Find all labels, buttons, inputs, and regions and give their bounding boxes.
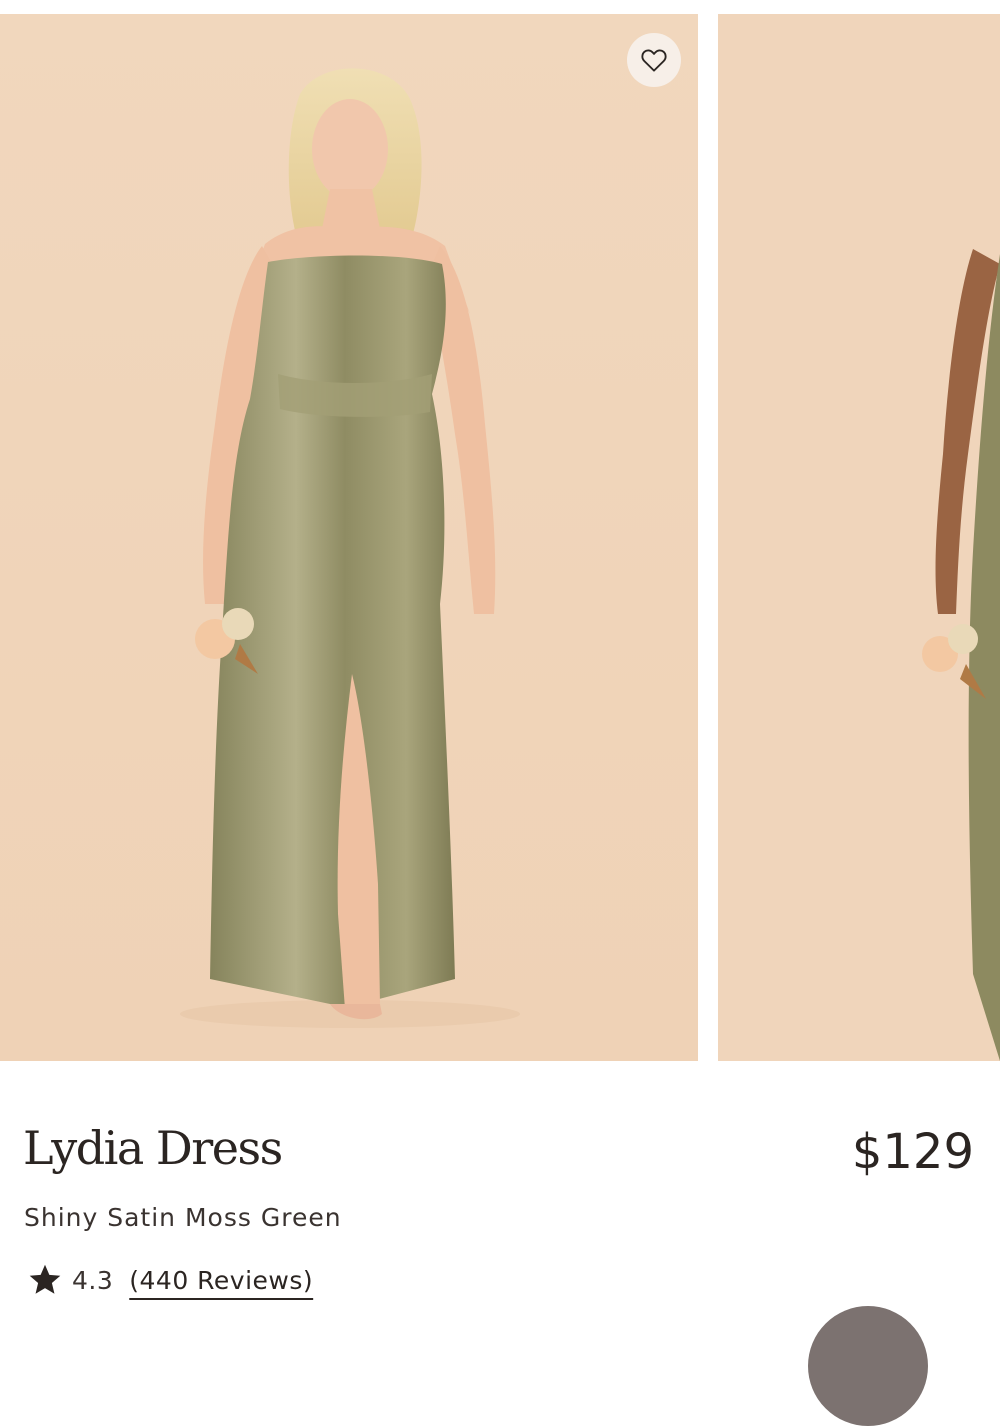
product-color: Shiny Satin Moss Green <box>24 1203 342 1232</box>
image-carousel[interactable] <box>0 14 1000 1061</box>
star-icon <box>26 1262 64 1298</box>
model-photo-1 <box>0 14 698 1061</box>
heart-outline-icon <box>641 49 667 72</box>
floating-action-button[interactable] <box>808 1306 928 1426</box>
rating-summary: 4.3 (440 Reviews) <box>26 1262 313 1298</box>
product-price: $129 <box>851 1124 974 1180</box>
rating-value: 4.3 <box>72 1265 114 1295</box>
reviews-link[interactable]: (440 Reviews) <box>129 1266 313 1295</box>
product-image-1[interactable] <box>0 14 698 1061</box>
product-image-2[interactable] <box>718 14 1000 1061</box>
model-photo-2 <box>718 14 1000 1061</box>
product-title: Lydia Dress <box>23 1121 283 1175</box>
favorite-button[interactable] <box>627 33 681 87</box>
